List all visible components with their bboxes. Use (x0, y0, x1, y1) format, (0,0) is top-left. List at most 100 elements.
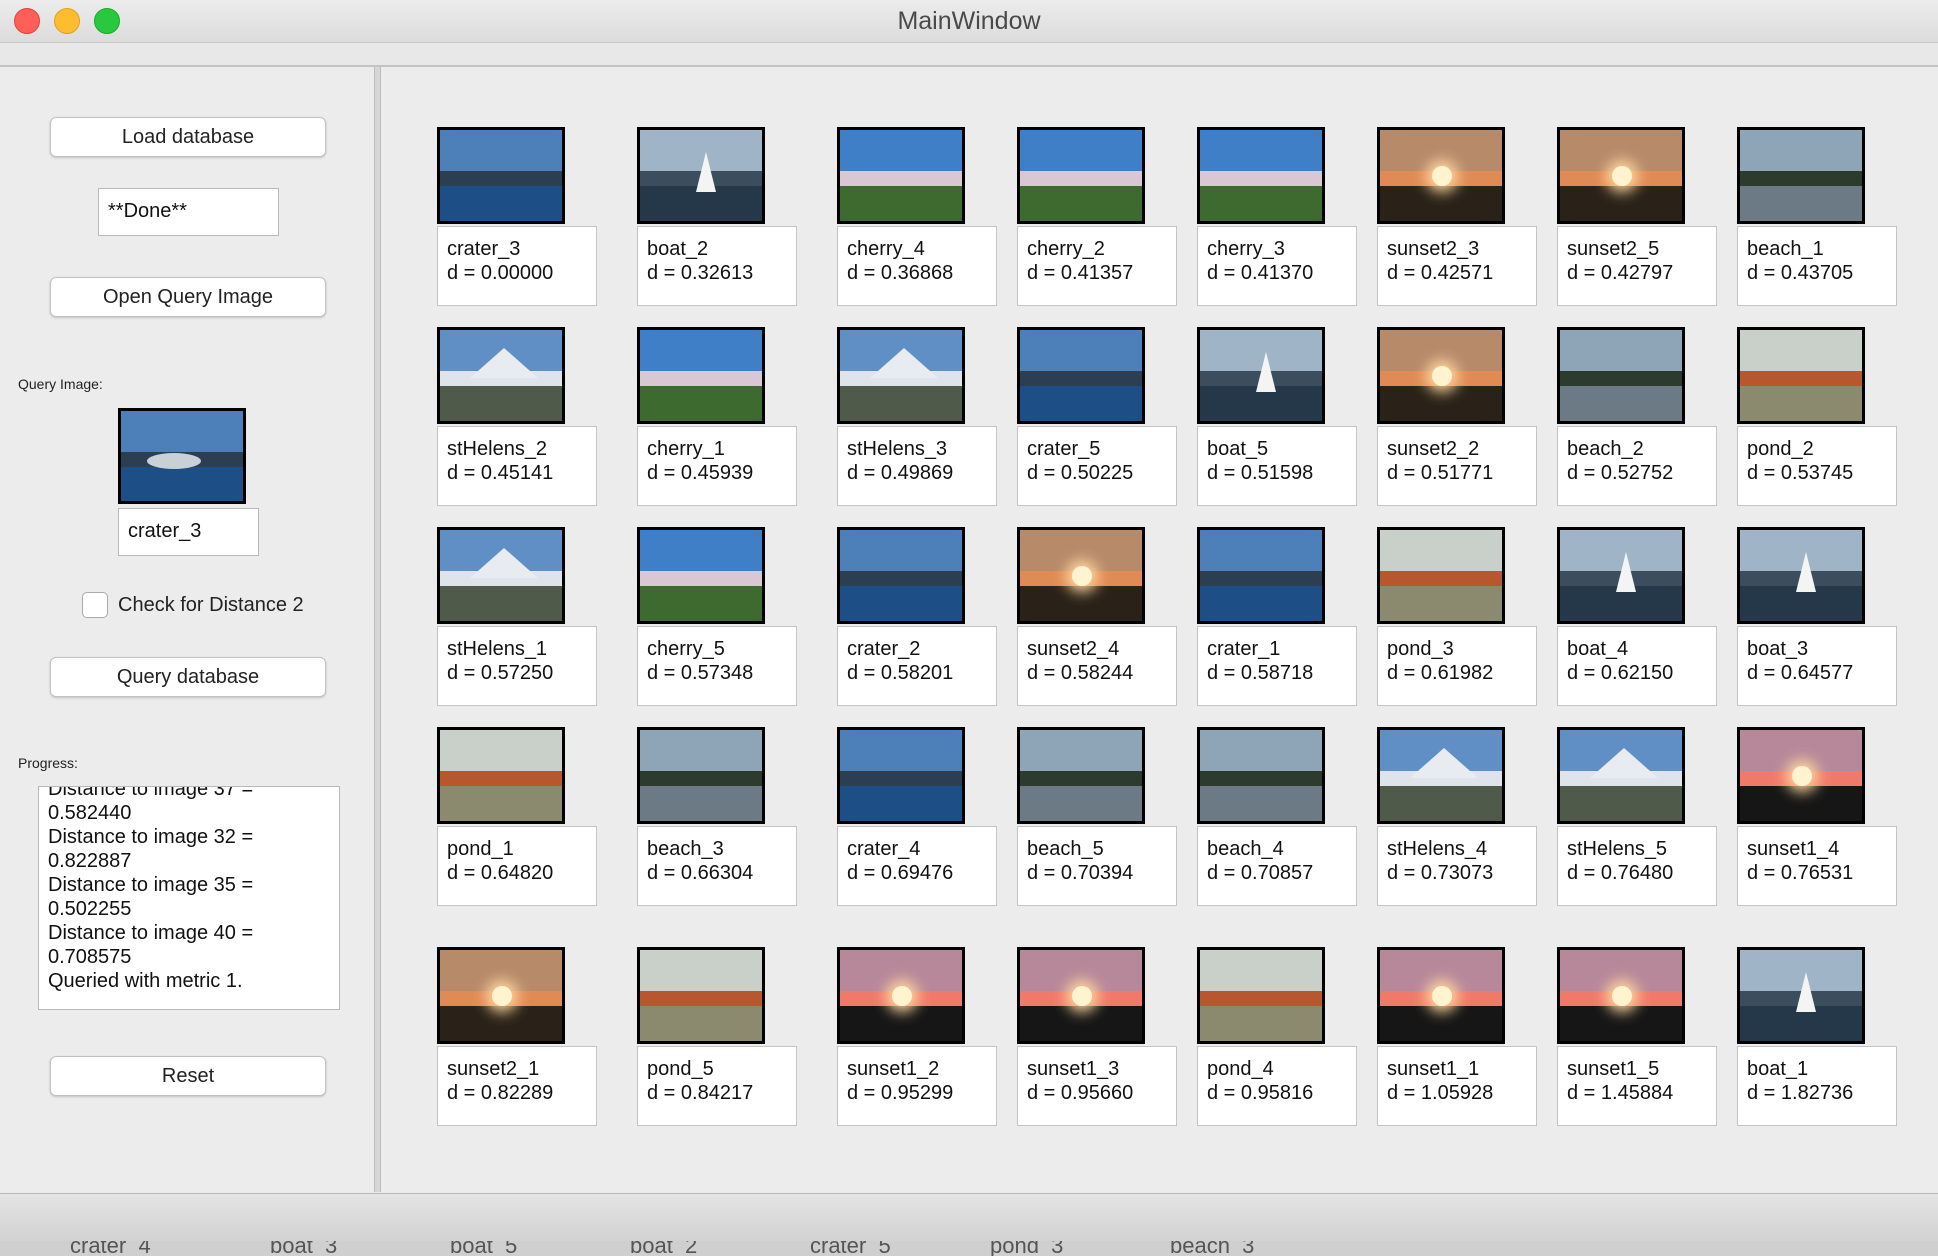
result-item[interactable]: boat_4 d = 0.62150 (1557, 527, 1717, 727)
result-caption: sunset1_2 d = 0.95299 (837, 1046, 997, 1126)
reset-button[interactable]: Reset (50, 1056, 326, 1096)
result-thumbnail[interactable] (1557, 127, 1685, 224)
open-query-image-button[interactable]: Open Query Image (50, 277, 326, 317)
result-distance: d = 0.61982 (1387, 662, 1494, 684)
result-thumbnail[interactable] (1737, 127, 1865, 224)
result-thumbnail[interactable] (1197, 327, 1325, 424)
result-thumbnail[interactable] (1377, 327, 1505, 424)
result-distance: d = 0.76531 (1747, 862, 1854, 884)
result-thumbnail[interactable] (1377, 127, 1505, 224)
result-thumbnail[interactable] (837, 947, 965, 1044)
result-item[interactable]: sunset1_3 d = 0.95660 (1017, 947, 1177, 1147)
query-image-name-field[interactable]: crater_3 (118, 508, 259, 556)
result-thumbnail[interactable] (1017, 947, 1145, 1044)
result-thumbnail[interactable] (1197, 727, 1325, 824)
result-item[interactable]: boat_1 d = 1.82736 (1737, 947, 1897, 1147)
result-item[interactable]: pond_1 d = 0.64820 (437, 727, 597, 927)
panel-splitter[interactable] (374, 67, 381, 1192)
result-thumbnail[interactable] (437, 127, 565, 224)
result-thumbnail[interactable] (1557, 327, 1685, 424)
result-thumbnail[interactable] (1557, 527, 1685, 624)
result-item[interactable]: sunset2_1 d = 0.82289 (437, 947, 597, 1147)
result-name: crater_4 (847, 838, 921, 860)
result-item[interactable]: pond_4 d = 0.95816 (1197, 947, 1357, 1147)
result-item[interactable]: boat_3 d = 0.64577 (1737, 527, 1897, 727)
query-database-button[interactable]: Query database (50, 657, 326, 697)
result-item[interactable]: stHelens_2 d = 0.45141 (437, 327, 597, 527)
result-thumbnail[interactable] (1377, 727, 1505, 824)
result-item[interactable]: stHelens_1 d = 0.57250 (437, 527, 597, 727)
result-item[interactable]: sunset1_2 d = 0.95299 (837, 947, 997, 1147)
result-item[interactable]: pond_3 d = 0.61982 (1377, 527, 1537, 727)
result-thumbnail[interactable] (837, 327, 965, 424)
result-caption: sunset2_4 d = 0.58244 (1017, 626, 1177, 706)
result-thumbnail[interactable] (1017, 727, 1145, 824)
result-item[interactable]: crater_5 d = 0.50225 (1017, 327, 1177, 527)
result-thumbnail[interactable] (637, 527, 765, 624)
result-thumbnail[interactable] (1377, 947, 1505, 1044)
result-thumbnail[interactable] (1197, 127, 1325, 224)
result-item[interactable]: crater_3 d = 0.00000 (437, 127, 597, 327)
result-item[interactable]: sunset1_5 d = 1.45884 (1557, 947, 1717, 1147)
result-item[interactable]: boat_5 d = 0.51598 (1197, 327, 1357, 527)
result-thumbnail[interactable] (437, 727, 565, 824)
load-database-button[interactable]: Load database (50, 117, 326, 157)
distance-2-checkbox-label: Check for Distance 2 (118, 594, 304, 616)
result-thumbnail[interactable] (637, 947, 765, 1044)
result-item[interactable]: sunset2_5 d = 0.42797 (1557, 127, 1717, 327)
result-thumbnail[interactable] (1377, 527, 1505, 624)
distance-2-checkbox[interactable] (82, 592, 108, 618)
result-thumbnail[interactable] (637, 327, 765, 424)
result-thumbnail[interactable] (837, 127, 965, 224)
result-thumbnail[interactable] (1557, 947, 1685, 1044)
result-item[interactable]: stHelens_3 d = 0.49869 (837, 327, 997, 527)
status-field[interactable]: **Done** (98, 188, 279, 236)
result-item[interactable]: sunset2_4 d = 0.58244 (1017, 527, 1177, 727)
result-item[interactable]: beach_2 d = 0.52752 (1557, 327, 1717, 527)
result-item[interactable]: sunset1_1 d = 1.05928 (1377, 947, 1537, 1147)
result-item[interactable]: beach_5 d = 0.70394 (1017, 727, 1177, 927)
progress-log[interactable]: Distance to image 37 = 0.582440 Distance… (38, 786, 340, 1010)
result-name: sunset2_3 (1387, 238, 1480, 260)
result-thumbnail[interactable] (837, 527, 965, 624)
result-thumbnail[interactable] (437, 327, 565, 424)
result-item[interactable]: cherry_2 d = 0.41357 (1017, 127, 1177, 327)
result-item[interactable]: cherry_5 d = 0.57348 (637, 527, 797, 727)
result-item[interactable]: crater_1 d = 0.58718 (1197, 527, 1357, 727)
result-item[interactable]: beach_1 d = 0.43705 (1737, 127, 1897, 327)
result-item[interactable]: pond_2 d = 0.53745 (1737, 327, 1897, 527)
result-item[interactable]: sunset2_3 d = 0.42571 (1377, 127, 1537, 327)
result-thumbnail[interactable] (1737, 727, 1865, 824)
result-item[interactable]: cherry_4 d = 0.36868 (837, 127, 997, 327)
result-thumbnail[interactable] (1017, 527, 1145, 624)
result-item[interactable]: cherry_3 d = 0.41370 (1197, 127, 1357, 327)
result-caption: stHelens_5 d = 0.76480 (1557, 826, 1717, 906)
result-caption: boat_3 d = 0.64577 (1737, 626, 1897, 706)
result-thumbnail[interactable] (437, 527, 565, 624)
result-thumbnail[interactable] (637, 727, 765, 824)
result-thumbnail[interactable] (1197, 527, 1325, 624)
result-thumbnail[interactable] (437, 947, 565, 1044)
result-thumbnail[interactable] (1017, 327, 1145, 424)
result-thumbnail[interactable] (1197, 947, 1325, 1044)
result-item[interactable]: stHelens_5 d = 0.76480 (1557, 727, 1717, 927)
result-item[interactable]: crater_4 d = 0.69476 (837, 727, 997, 927)
result-item[interactable]: stHelens_4 d = 0.73073 (1377, 727, 1537, 927)
result-item[interactable]: sunset2_2 d = 0.51771 (1377, 327, 1537, 527)
result-thumbnail[interactable] (1017, 127, 1145, 224)
result-name: crater_5 (1027, 438, 1101, 460)
result-item[interactable]: beach_3 d = 0.66304 (637, 727, 797, 927)
result-caption: beach_3 d = 0.66304 (637, 826, 797, 906)
result-item[interactable]: beach_4 d = 0.70857 (1197, 727, 1357, 927)
result-thumbnail[interactable] (1737, 947, 1865, 1044)
result-thumbnail[interactable] (637, 127, 765, 224)
result-item[interactable]: pond_5 d = 0.84217 (637, 947, 797, 1147)
result-thumbnail[interactable] (1557, 727, 1685, 824)
result-item[interactable]: cherry_1 d = 0.45939 (637, 327, 797, 527)
result-thumbnail[interactable] (1737, 527, 1865, 624)
result-item[interactable]: crater_2 d = 0.58201 (837, 527, 997, 727)
result-thumbnail[interactable] (837, 727, 965, 824)
result-thumbnail[interactable] (1737, 327, 1865, 424)
result-item[interactable]: boat_2 d = 0.32613 (637, 127, 797, 327)
result-item[interactable]: sunset1_4 d = 0.76531 (1737, 727, 1897, 927)
